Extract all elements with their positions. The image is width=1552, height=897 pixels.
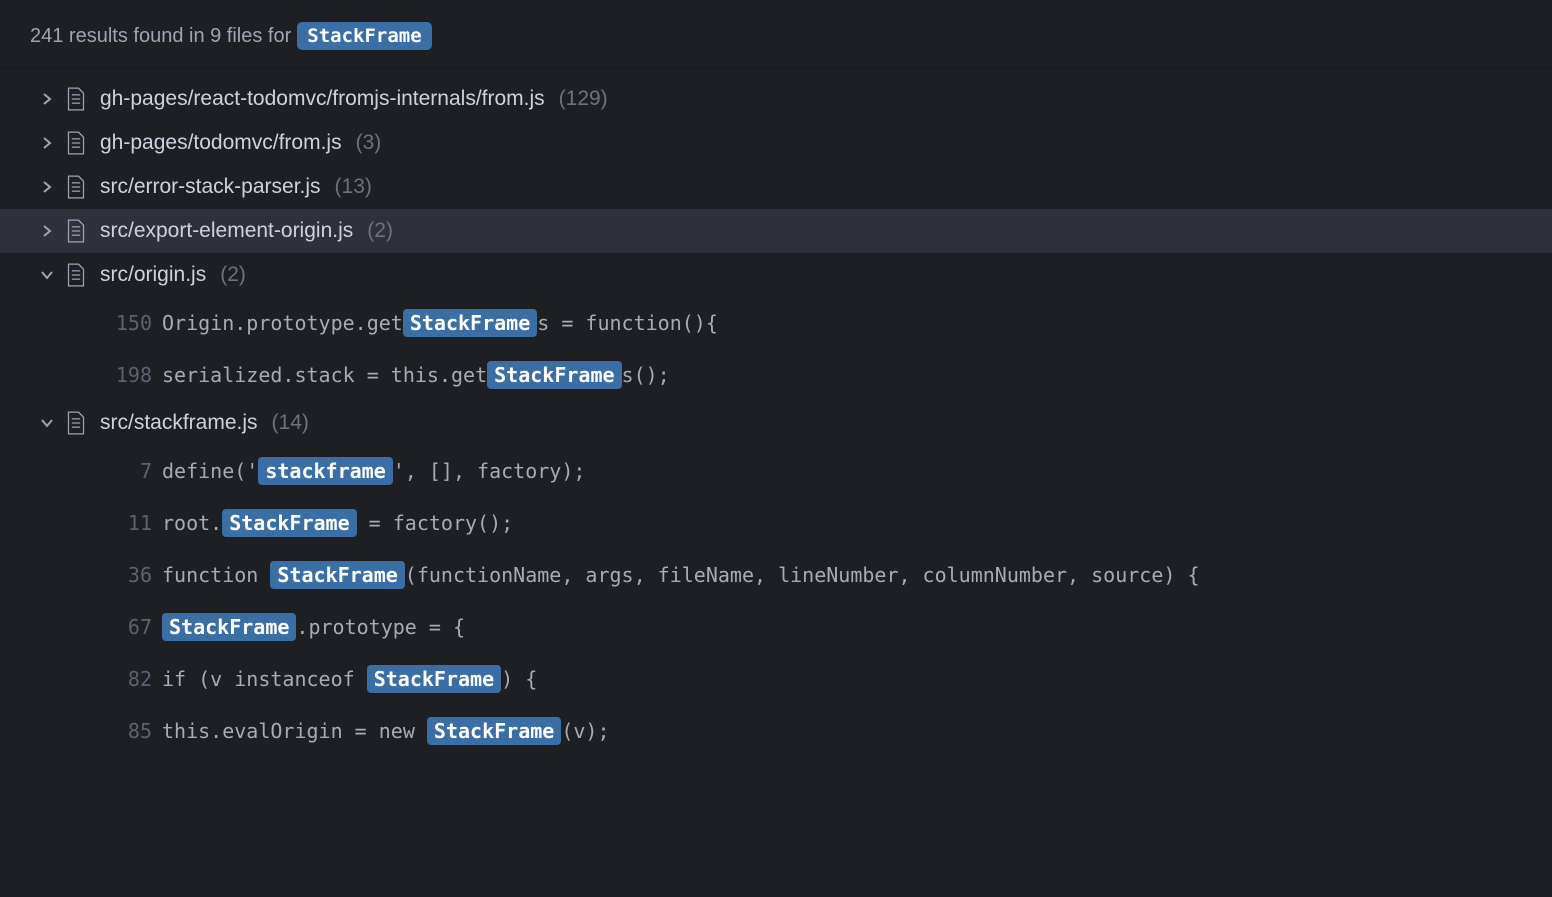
line-number: 198	[100, 363, 152, 387]
line-number: 82	[100, 667, 152, 691]
search-results-list: gh-pages/react-todomvc/fromjs-internals/…	[0, 69, 1552, 757]
code-preview: define('stackframe', [], factory);	[162, 459, 585, 483]
file-result-row[interactable]: src/export-element-origin.js (2)	[0, 209, 1552, 253]
file-path: src/stackframe.js	[100, 411, 258, 435]
code-text: function	[162, 563, 270, 587]
code-text: Origin.prototype.get	[162, 311, 403, 335]
match-row[interactable]: 85 this.evalOrigin = new StackFrame(v);	[0, 705, 1552, 757]
code-text: (v);	[561, 719, 609, 743]
file-match-count: (14)	[272, 411, 309, 435]
match-highlight: StackFrame	[427, 717, 561, 745]
search-term-badge: StackFrame	[297, 22, 431, 50]
line-number: 150	[100, 311, 152, 335]
match-highlight: stackframe	[258, 457, 392, 485]
file-path: src/export-element-origin.js	[100, 219, 353, 243]
line-number: 11	[100, 511, 152, 535]
file-icon	[66, 175, 86, 199]
code-preview: Origin.prototype.getStackFrames = functi…	[162, 311, 718, 335]
file-icon	[66, 411, 86, 435]
file-result-row[interactable]: src/stackframe.js (14)	[0, 401, 1552, 445]
file-result-row[interactable]: src/error-stack-parser.js (13)	[0, 165, 1552, 209]
file-match-count: (2)	[367, 219, 393, 243]
match-row[interactable]: 82 if (v instanceof StackFrame) {	[0, 653, 1552, 705]
chevron-down-icon[interactable]	[40, 270, 54, 280]
line-number: 85	[100, 719, 152, 743]
match-row[interactable]: 67 StackFrame.prototype = {	[0, 601, 1552, 653]
file-match-count: (129)	[559, 87, 608, 111]
code-text: serialized.stack = this.get	[162, 363, 487, 387]
line-number: 7	[100, 459, 152, 483]
results-summary-text: 241 results found in 9 files for	[30, 25, 291, 48]
match-row[interactable]: 198 serialized.stack = this.getStackFrame…	[0, 349, 1552, 401]
match-highlight: StackFrame	[222, 509, 356, 537]
code-preview: StackFrame.prototype = {	[162, 615, 465, 639]
file-path: gh-pages/todomvc/from.js	[100, 131, 342, 155]
code-text: (functionName, args, fileName, lineNumbe…	[405, 563, 1200, 587]
code-text: ) {	[501, 667, 537, 691]
file-path: src/error-stack-parser.js	[100, 175, 321, 199]
chevron-right-icon[interactable]	[40, 93, 54, 105]
match-highlight: StackFrame	[367, 665, 501, 693]
match-row[interactable]: 36 function StackFrame(functionName, args…	[0, 549, 1552, 601]
line-number: 67	[100, 615, 152, 639]
file-icon	[66, 87, 86, 111]
match-row[interactable]: 150 Origin.prototype.getStackFrames = fun…	[0, 297, 1552, 349]
code-text: .prototype = {	[296, 615, 465, 639]
code-text: define('	[162, 459, 258, 483]
file-match-count: (13)	[335, 175, 372, 199]
code-preview: root.StackFrame = factory();	[162, 511, 513, 535]
code-preview: if (v instanceof StackFrame) {	[162, 667, 537, 691]
code-text: this.evalOrigin = new	[162, 719, 427, 743]
match-highlight: StackFrame	[403, 309, 537, 337]
code-preview: serialized.stack = this.getStackFrames()…	[162, 363, 670, 387]
file-result-row[interactable]: src/origin.js (2)	[0, 253, 1552, 297]
match-row[interactable]: 11 root.StackFrame = factory();	[0, 497, 1552, 549]
match-highlight: StackFrame	[487, 361, 621, 389]
chevron-right-icon[interactable]	[40, 181, 54, 193]
file-match-count: (3)	[356, 131, 382, 155]
file-match-count: (2)	[220, 263, 246, 287]
file-path: gh-pages/react-todomvc/fromjs-internals/…	[100, 87, 545, 111]
file-path: src/origin.js	[100, 263, 206, 287]
file-result-row[interactable]: gh-pages/react-todomvc/fromjs-internals/…	[0, 77, 1552, 121]
chevron-right-icon[interactable]	[40, 225, 54, 237]
file-icon	[66, 131, 86, 155]
code-text: = factory();	[357, 511, 514, 535]
code-preview: this.evalOrigin = new StackFrame(v);	[162, 719, 610, 743]
match-highlight: StackFrame	[162, 613, 296, 641]
file-result-row[interactable]: gh-pages/todomvc/from.js (3)	[0, 121, 1552, 165]
line-number: 36	[100, 563, 152, 587]
match-highlight: StackFrame	[270, 561, 404, 589]
chevron-right-icon[interactable]	[40, 137, 54, 149]
code-text: ', [], factory);	[393, 459, 586, 483]
chevron-down-icon[interactable]	[40, 418, 54, 428]
code-preview: function StackFrame(functionName, args, …	[162, 563, 1200, 587]
match-row[interactable]: 7 define('stackframe', [], factory);	[0, 445, 1552, 497]
code-text: s = function(){	[537, 311, 718, 335]
code-text: s();	[622, 363, 670, 387]
search-results-header: 241 results found in 9 files for StackFr…	[0, 0, 1552, 69]
code-text: if (v instanceof	[162, 667, 367, 691]
file-icon	[66, 219, 86, 243]
file-icon	[66, 263, 86, 287]
code-text: root.	[162, 511, 222, 535]
